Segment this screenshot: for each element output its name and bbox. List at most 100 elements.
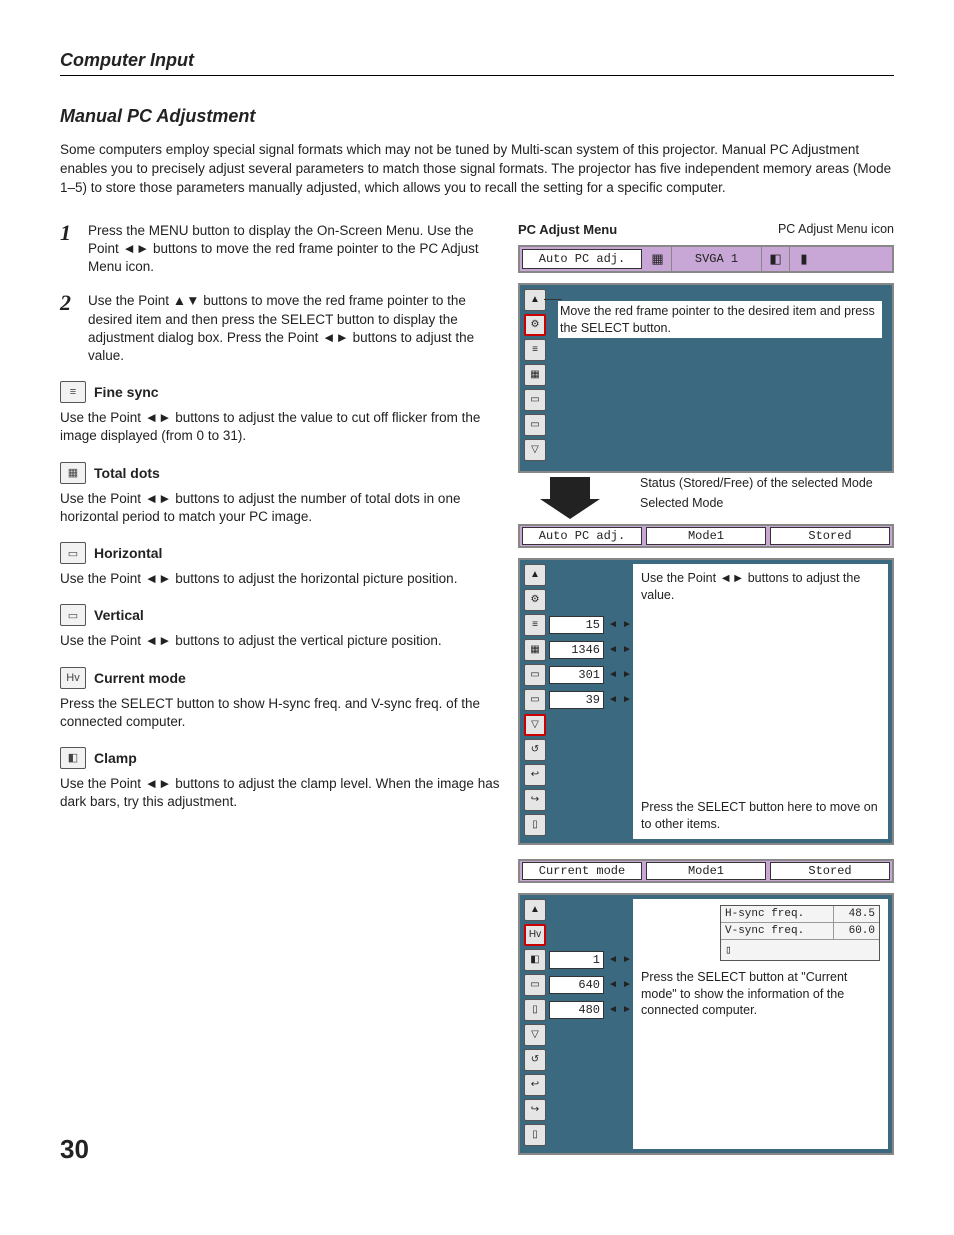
panel1-note: Move the red frame pointer to the desire… — [558, 301, 882, 339]
statusbar-auto: Auto PC adj. — [522, 527, 642, 545]
step-text: Press the MENU button to display the On-… — [88, 222, 500, 277]
reset-icon[interactable]: ↺ — [524, 739, 546, 761]
panel3-note: Press the SELECT button at "Current mode… — [641, 969, 880, 1020]
panel2-note-top: Use the Point ◄► buttons to adjust the v… — [641, 570, 880, 604]
panel2-note-bottom: Press the SELECT button here to move on … — [641, 799, 880, 833]
auto-pc-icon[interactable]: ⚙ — [524, 589, 546, 611]
menu-title: PC Adjust Menu — [518, 222, 617, 237]
setting-text: Use the Point ◄► buttons to adjust the c… — [60, 775, 500, 811]
reset-icon[interactable]: ↺ — [524, 1049, 546, 1071]
setting-clamp: ◧ Clamp Use the Point ◄► buttons to adju… — [60, 747, 500, 811]
setting-horizontal: ▭ Horizontal Use the Point ◄► buttons to… — [60, 542, 500, 588]
horizontal-menu-icon[interactable]: ▭ — [524, 389, 546, 411]
v-sync-value: 60.0 — [834, 923, 879, 939]
setting-current-mode: Hv Current mode Press the SELECT button … — [60, 667, 500, 731]
clamp-menu-icon[interactable]: ◧ — [524, 949, 546, 971]
free-icon[interactable]: ↩ — [524, 764, 546, 786]
store-icon[interactable]: ↪ — [524, 789, 546, 811]
increase-icon[interactable]: ► — [621, 952, 633, 968]
statusbar-stored: Stored — [770, 527, 890, 545]
fine-sync-menu-icon[interactable]: ≡ — [524, 614, 546, 636]
horizontal-icon: ▭ — [60, 542, 86, 564]
menu-panel-3: ▲ Hv ◧ 1 ◄► ▭ 640 ◄► ▯ 480 ◄► ▽ — [518, 893, 894, 1155]
increase-icon[interactable]: ► — [621, 977, 633, 993]
setting-total-dots: ▦ Total dots Use the Point ◄► buttons to… — [60, 462, 500, 526]
setting-text: Press the SELECT button to show H-sync f… — [60, 695, 500, 731]
quit-icon[interactable]: ▯ — [524, 1124, 546, 1146]
scroll-down-icon[interactable]: ▽ — [524, 1024, 546, 1046]
scroll-up-icon[interactable]: ▲ — [524, 564, 546, 586]
menu-nav-left-icon[interactable]: ◧ — [762, 247, 790, 271]
menu-icon[interactable]: ▦ — [644, 247, 672, 271]
current-mode-menu-icon[interactable]: Hv — [524, 924, 546, 946]
total-dots-menu-icon[interactable]: ▦ — [524, 364, 546, 386]
scroll-up-icon[interactable]: ▲ — [524, 899, 546, 921]
frequency-box: H-sync freq.48.5 V-sync freq.60.0 ▯ — [720, 905, 880, 961]
decrease-icon[interactable]: ◄ — [607, 952, 619, 968]
horizontal-menu-icon[interactable]: ▭ — [524, 664, 546, 686]
left-column: 1 Press the MENU button to display the O… — [60, 222, 500, 1155]
setting-name: Vertical — [94, 607, 144, 623]
h-sync-label: H-sync freq. — [721, 906, 834, 922]
menu-panel-2: ▲ ⚙ ≡ 15 ◄► ▦ 1346 ◄► ▭ 301 ◄► — [518, 558, 894, 845]
status-bar-1: Auto PC adj. Mode1 Stored — [518, 524, 894, 548]
icon-callout-label: PC Adjust Menu icon — [778, 222, 894, 236]
section-title: Computer Input — [60, 50, 894, 71]
statusbar-stored: Stored — [770, 862, 890, 880]
fine-sync-menu-icon[interactable]: ≡ — [524, 339, 546, 361]
decrease-icon[interactable]: ◄ — [607, 1002, 619, 1018]
scroll-down-icon[interactable]: ▽ — [524, 714, 546, 736]
decrease-icon[interactable]: ◄ — [607, 617, 619, 633]
h-sync-value: 48.5 — [834, 906, 879, 922]
setting-name: Fine sync — [94, 384, 159, 400]
display-area-h-icon[interactable]: ▭ — [524, 974, 546, 996]
total-dots-menu-icon[interactable]: ▦ — [524, 639, 546, 661]
setting-text: Use the Point ◄► buttons to adjust the v… — [60, 409, 500, 445]
menu-nav-right-icon[interactable]: ▮ — [790, 247, 818, 271]
increase-icon[interactable]: ► — [621, 1002, 633, 1018]
quit-icon[interactable]: ▯ — [721, 940, 736, 960]
hr — [60, 75, 894, 76]
total-dots-value: 1346 — [549, 641, 604, 659]
quit-icon[interactable]: ▯ — [524, 814, 546, 836]
menu-panel-1: ▲ ⚙ ≡ ▦ ▭ ▭ ▽ Move the red frame pointer… — [518, 283, 894, 473]
display-area-v-value: 480 — [549, 1001, 604, 1019]
increase-icon[interactable]: ► — [621, 692, 633, 708]
status-label: Status (Stored/Free) of the selected Mod… — [640, 475, 894, 491]
panel-note-area: Move the red frame pointer to the desire… — [546, 289, 888, 467]
decrease-icon[interactable]: ◄ — [607, 667, 619, 683]
status-bar-2: Current mode Mode1 Stored — [518, 859, 894, 883]
statusbar-mode: Mode1 — [646, 862, 766, 880]
display-area-h-value: 640 — [549, 976, 604, 994]
display-area-v-icon[interactable]: ▯ — [524, 999, 546, 1021]
fine-sync-value: 15 — [549, 616, 604, 634]
auto-pc-adj-button[interactable]: Auto PC adj. — [522, 249, 642, 269]
signal-label: SVGA 1 — [672, 247, 762, 271]
statusbar-mode: Mode1 — [646, 527, 766, 545]
vertical-icon: ▭ — [60, 604, 86, 626]
increase-icon[interactable]: ► — [621, 642, 633, 658]
store-icon[interactable]: ↪ — [524, 1099, 546, 1121]
intro-paragraph: Some computers employ special signal for… — [60, 141, 894, 198]
scroll-down-icon[interactable]: ▽ — [524, 439, 546, 461]
step-number: 1 — [60, 222, 88, 277]
decrease-icon[interactable]: ◄ — [607, 642, 619, 658]
free-icon[interactable]: ↩ — [524, 1074, 546, 1096]
clamp-value: 1 — [549, 951, 604, 969]
increase-icon[interactable]: ► — [621, 667, 633, 683]
vertical-menu-icon[interactable]: ▭ — [524, 689, 546, 711]
decrease-icon[interactable]: ◄ — [607, 977, 619, 993]
auto-pc-icon[interactable]: ⚙ — [524, 314, 546, 336]
increase-icon[interactable]: ► — [621, 617, 633, 633]
vertical-value: 39 — [549, 691, 604, 709]
step-text: Use the Point ▲▼ buttons to move the red… — [88, 292, 500, 365]
right-column: PC Adjust Menu PC Adjust Menu icon Auto … — [518, 222, 894, 1155]
decrease-icon[interactable]: ◄ — [607, 692, 619, 708]
setting-text: Use the Point ◄► buttons to adjust the v… — [60, 632, 500, 650]
page-number: 30 — [60, 1134, 89, 1165]
scroll-up-icon[interactable]: ▲ — [524, 289, 546, 311]
setting-name: Total dots — [94, 465, 160, 481]
vertical-menu-icon[interactable]: ▭ — [524, 414, 546, 436]
step-2: 2 Use the Point ▲▼ buttons to move the r… — [60, 292, 500, 365]
top-menu-bar[interactable]: Auto PC adj. ▦ SVGA 1 ◧ ▮ — [518, 245, 894, 273]
